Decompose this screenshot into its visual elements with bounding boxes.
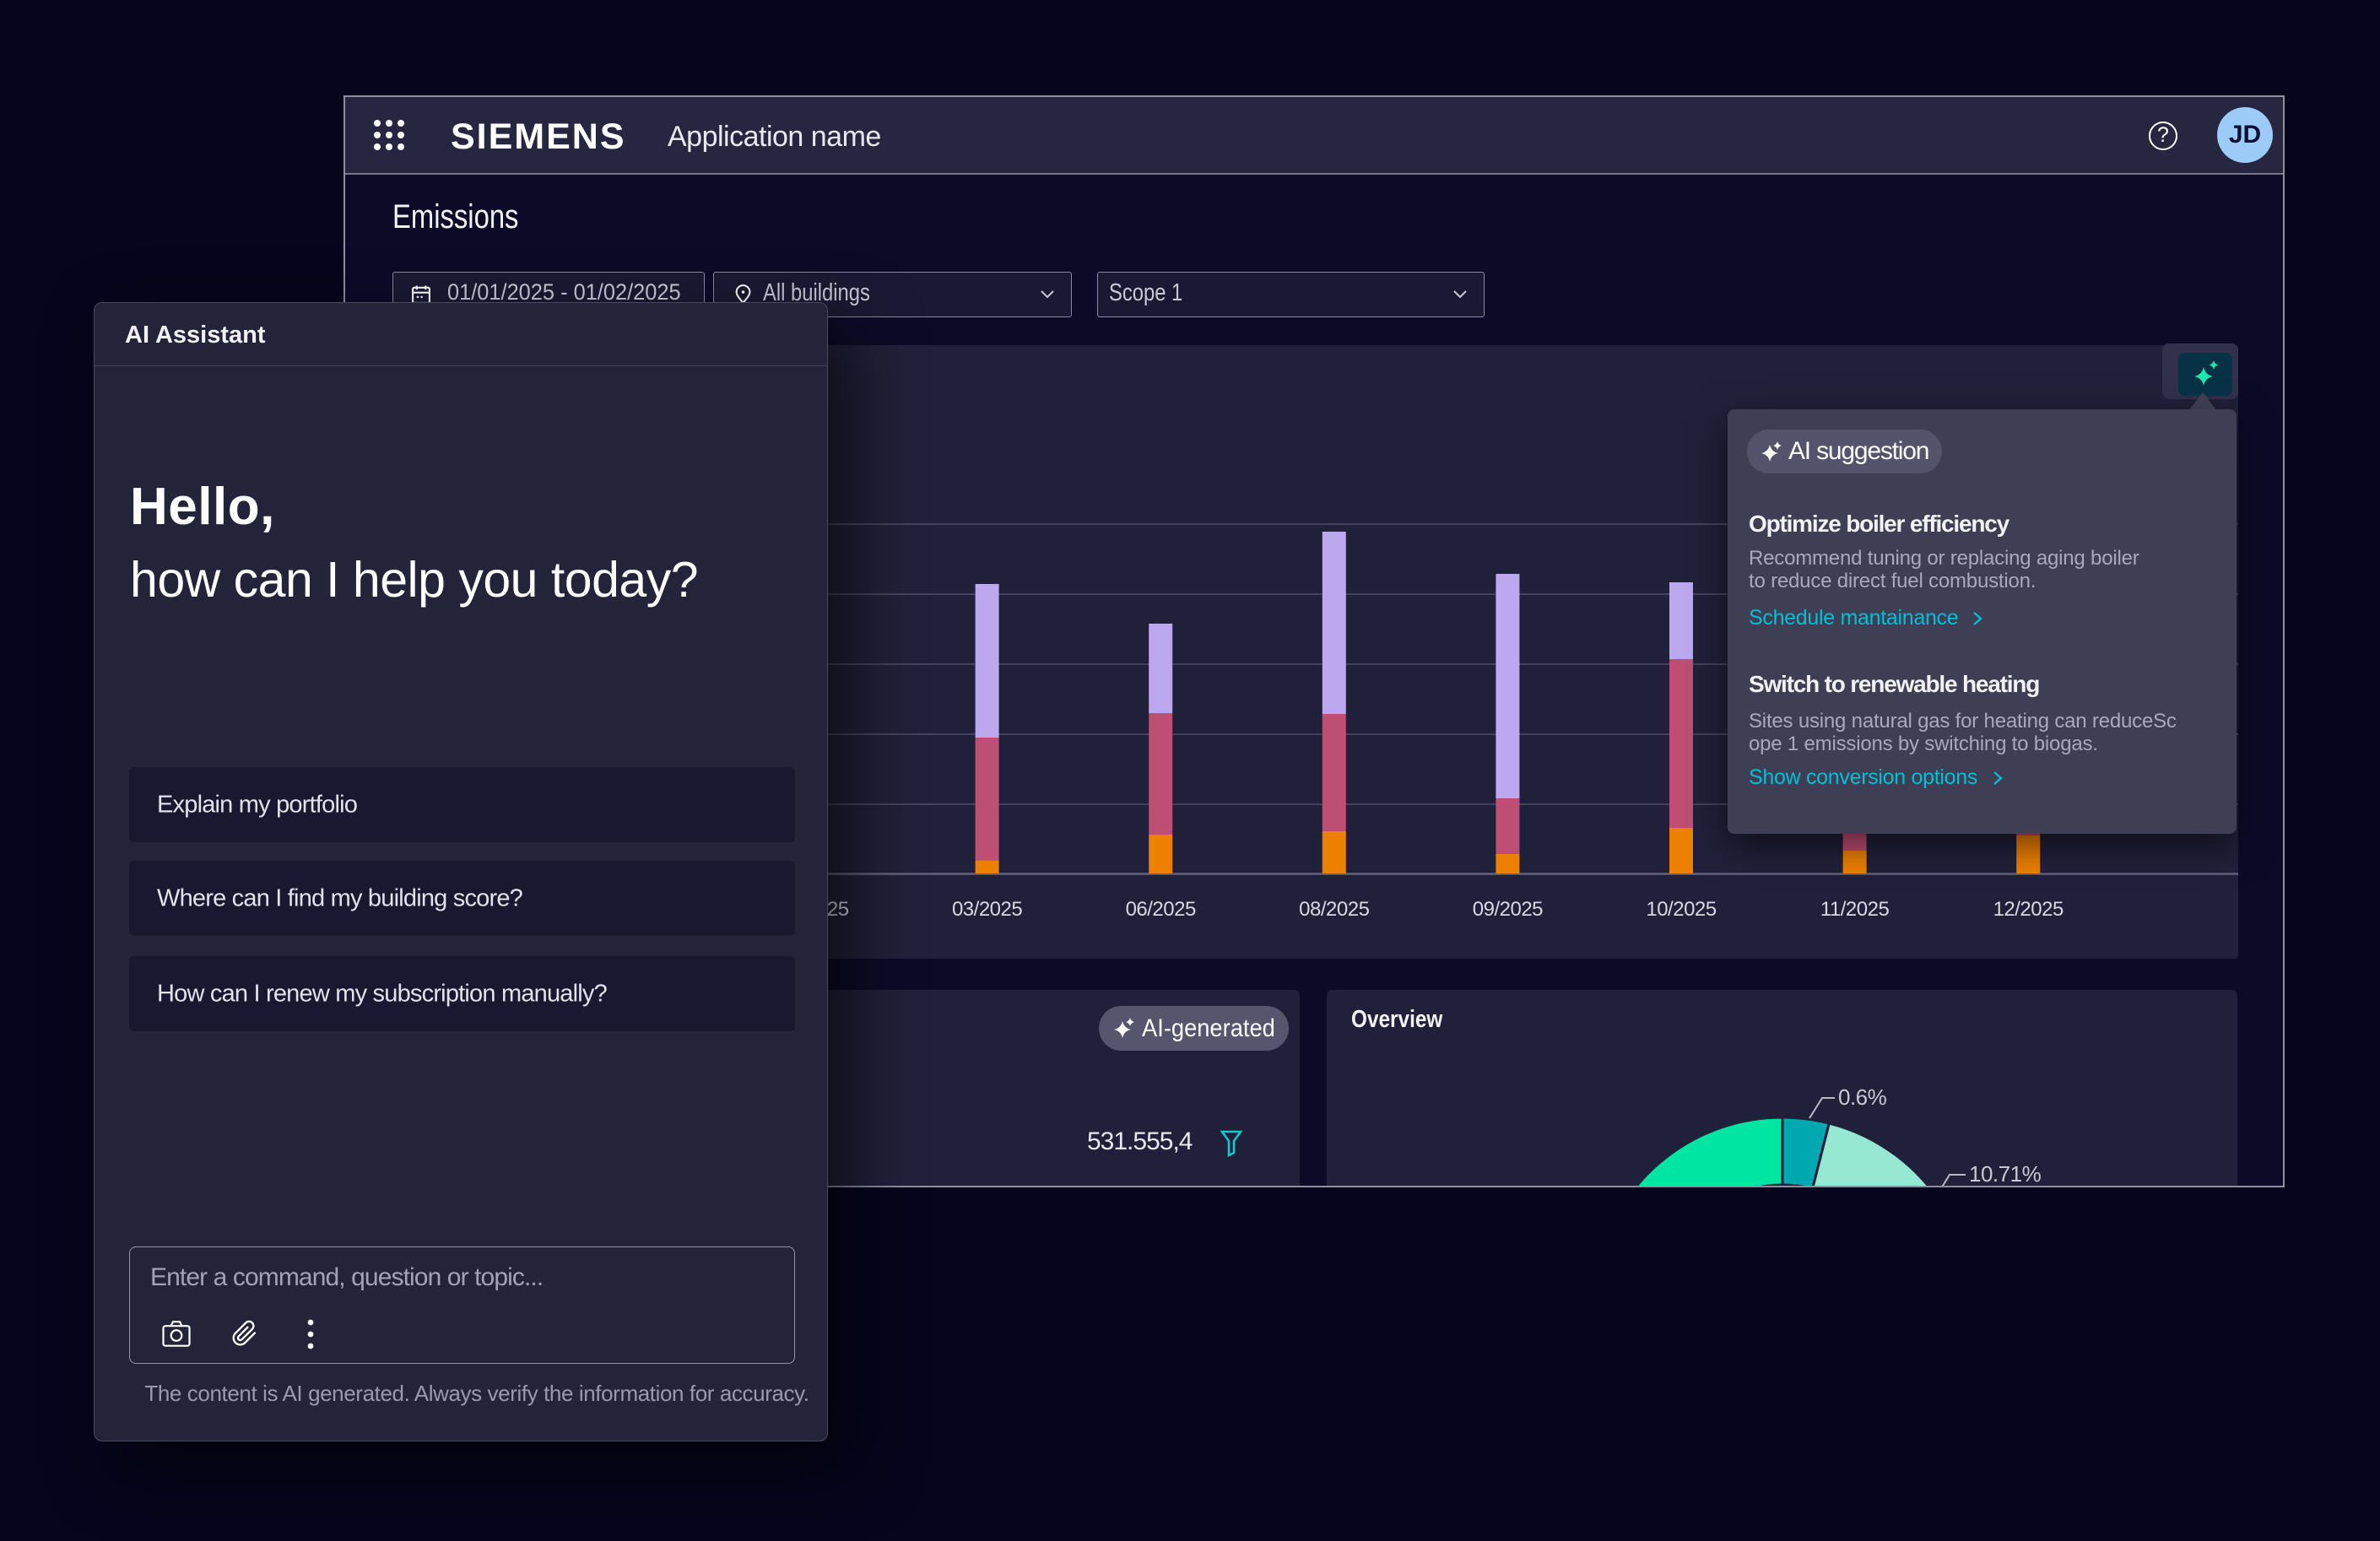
svg-text:10/2025: 10/2025 [1646, 898, 1716, 921]
svg-text:10.71%: 10.71% [1969, 1161, 2042, 1187]
svg-text:06/2025: 06/2025 [1126, 898, 1196, 921]
svg-text:12/2025: 12/2025 [1993, 898, 2064, 921]
svg-text:0.6%: 0.6% [1838, 1084, 1887, 1110]
svg-text:08/2025: 08/2025 [1299, 898, 1369, 921]
svg-text:03/2025: 03/2025 [952, 898, 1022, 921]
svg-text:09/2025: 09/2025 [1473, 898, 1543, 921]
svg-text:11/2025: 11/2025 [1820, 898, 1890, 921]
